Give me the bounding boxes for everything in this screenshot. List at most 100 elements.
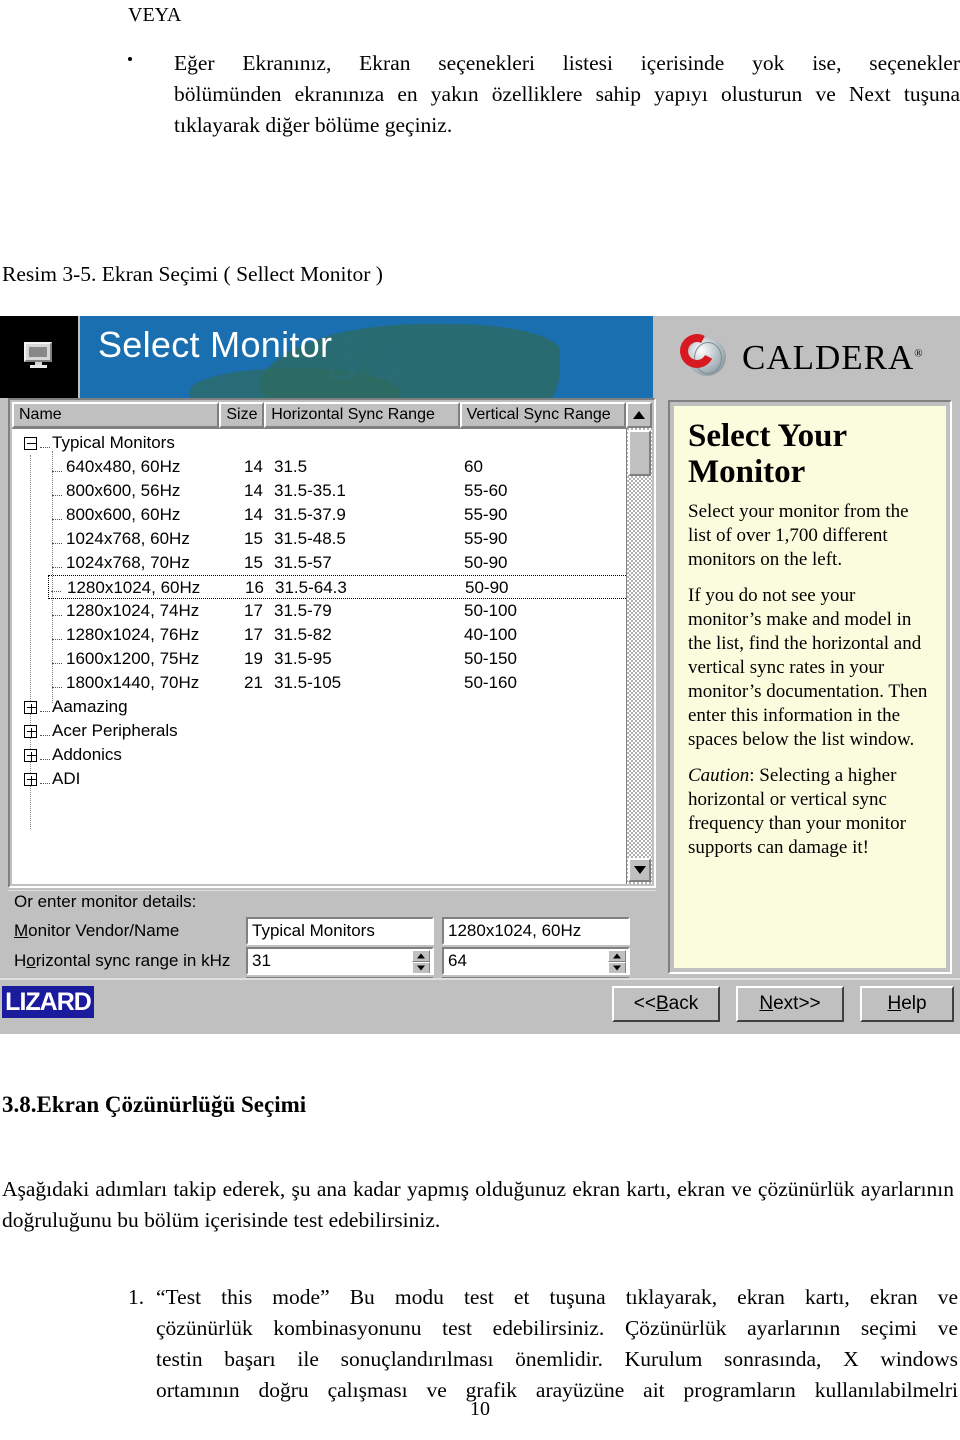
row-name: 1600x1200, 75Hz bbox=[66, 649, 200, 668]
row-name: 1280x1024, 76Hz bbox=[66, 625, 200, 644]
row-vsync: 55-60 bbox=[464, 481, 508, 500]
row-vsync: 55-90 bbox=[464, 505, 508, 524]
help-heading: Select Your Monitor bbox=[688, 418, 847, 490]
row-size: 21 bbox=[244, 673, 263, 692]
scrollbar-thumb[interactable] bbox=[628, 430, 651, 476]
monitor-model-input[interactable]: 1280x1024, 60Hz bbox=[442, 917, 630, 945]
details-title: Or enter monitor details: bbox=[14, 892, 197, 911]
row-hsync: 31.5-105 bbox=[274, 673, 342, 692]
table-row[interactable]: 1024x768, 60Hz 15 31.5-48.5 55-90 bbox=[52, 527, 507, 551]
stepper-up-icon[interactable] bbox=[412, 950, 430, 962]
column-header-horizontal-sync-range[interactable]: Horizontal Sync Range bbox=[264, 402, 460, 428]
monitor-icon bbox=[24, 342, 54, 368]
row-hsync: 31.5-79 bbox=[274, 601, 332, 620]
row-hsync: 31.5-35.1 bbox=[274, 481, 346, 500]
wizard-footer: LIZARD <<Back Next>> Help bbox=[0, 978, 960, 1034]
vendor-label: Monitor Vendor/Name bbox=[14, 921, 180, 940]
row-vsync: 50-90 bbox=[465, 578, 509, 597]
tree-group-typical-monitors[interactable]: Typical Monitors bbox=[24, 431, 175, 455]
stepper-down-icon[interactable] bbox=[608, 962, 626, 973]
row-vsync: 50-150 bbox=[464, 649, 517, 668]
vendor-row: Monitor Vendor/Name Typical Monitors 128… bbox=[14, 917, 654, 945]
row-vsync: 60 bbox=[464, 457, 483, 476]
table-row-selected[interactable]: 1280x1024, 60Hz 16 31.5-64.3 50-90 bbox=[48, 575, 638, 599]
bullet-line-3: tıklayarak diğer bölüme geçiniz. bbox=[174, 113, 453, 137]
expand-plus-icon[interactable] bbox=[24, 773, 37, 787]
row-size: 15 bbox=[244, 553, 263, 572]
hsync-min-input[interactable]: 31 bbox=[246, 947, 434, 975]
table-row[interactable]: 1600x1200, 75Hz 19 31.5-95 50-150 bbox=[52, 647, 517, 671]
scroll-up-button[interactable] bbox=[626, 402, 652, 428]
tree-group-acer-peripherals[interactable]: Acer Peripherals bbox=[24, 719, 178, 743]
table-row[interactable]: 1800x1440, 70Hz 21 31.5-105 50-160 bbox=[52, 671, 517, 695]
stepper-up-icon[interactable] bbox=[608, 950, 626, 962]
section-paragraph: Aşağıdaki adımları takip ederek, şu ana … bbox=[2, 1177, 954, 1232]
lizard-logo: LIZARD bbox=[2, 986, 94, 1018]
wizard-banner: 3 4 Select Monitor CALDERA® bbox=[0, 316, 960, 400]
caldera-logo: CALDERA® bbox=[675, 329, 924, 386]
row-size: 14 bbox=[244, 457, 263, 476]
table-row[interactable]: 1024x768, 70Hz 15 31.5-57 50-90 bbox=[52, 551, 507, 575]
monitor-list-body[interactable]: Typical Monitors 640x480, 60Hz 14 31.5 6… bbox=[12, 428, 652, 884]
caution-label: Caution bbox=[688, 765, 750, 786]
column-header-size[interactable]: Size bbox=[219, 402, 265, 428]
banner-artwork: 3 4 Select Monitor bbox=[80, 316, 653, 398]
hsync-row: Horizontal sync range in kHz 31 64 bbox=[14, 947, 654, 975]
table-row[interactable]: 1280x1024, 74Hz 17 31.5-79 50-100 bbox=[52, 599, 517, 623]
table-row[interactable]: 640x480, 60Hz 14 31.5 60 bbox=[52, 455, 483, 479]
stepper-down-icon[interactable] bbox=[412, 962, 430, 973]
next-button[interactable]: Next>> bbox=[736, 986, 844, 1022]
section-heading: 3.8.Ekran Çözünürlüğü Seçimi bbox=[2, 1092, 307, 1117]
bullet-line-2: bölümünden ekranınıza en yakın özellikle… bbox=[174, 82, 960, 106]
trademark-mark: ® bbox=[914, 347, 924, 360]
vendor-name-input[interactable]: Typical Monitors bbox=[246, 917, 434, 945]
tree-group-aamazing[interactable]: Aamazing bbox=[24, 695, 128, 719]
monitor-list-panel: Name Size Horizontal Sync Range Vertical… bbox=[8, 398, 656, 888]
hsync-max-stepper[interactable] bbox=[608, 950, 626, 973]
hsync-min-stepper[interactable] bbox=[412, 950, 430, 973]
heading-veya: VEYA bbox=[128, 4, 182, 26]
back-button[interactable]: <<Back bbox=[612, 986, 720, 1022]
hsync-max-input[interactable]: 64 bbox=[442, 947, 630, 975]
tree-group-label: Acer Peripherals bbox=[52, 721, 178, 740]
expand-plus-icon[interactable] bbox=[24, 725, 37, 739]
table-row[interactable]: 800x600, 56Hz 14 31.5-35.1 55-60 bbox=[52, 479, 507, 503]
row-hsync: 31.5 bbox=[274, 457, 308, 476]
help-content: Select Your Monitor Select your monitor … bbox=[674, 406, 946, 968]
table-row[interactable]: 1280x1024, 76Hz 17 31.5-82 40-100 bbox=[52, 623, 517, 647]
expand-plus-icon[interactable] bbox=[24, 749, 37, 763]
banner-watermark-number-4: 4 bbox=[372, 333, 402, 398]
column-header-vertical-sync-range[interactable]: Vertical Sync Range bbox=[459, 402, 627, 428]
banner-icon-panel bbox=[0, 316, 78, 398]
help-paragraph-2: If you do not see your monitor’s make an… bbox=[688, 585, 928, 750]
scroll-down-button[interactable] bbox=[628, 858, 651, 882]
bullet-line-1: Eğer Ekranınız, Ekran seçenekleri listes… bbox=[174, 51, 960, 75]
tree-group-adi[interactable]: ADI bbox=[24, 767, 80, 791]
list-item: “Test this mode” Bu modu test et tuşuna … bbox=[156, 1282, 958, 1406]
row-hsync: 31.5-82 bbox=[274, 625, 332, 644]
row-size: 14 bbox=[244, 505, 263, 524]
help-button[interactable]: Help bbox=[860, 986, 954, 1022]
list-item-number: 1. bbox=[128, 1285, 145, 1309]
row-vsync: 50-90 bbox=[464, 553, 508, 572]
row-name: 800x600, 56Hz bbox=[66, 481, 181, 500]
hsync-max-value: 64 bbox=[448, 951, 467, 970]
tree-group-label: Addonics bbox=[52, 745, 122, 764]
row-size: 16 bbox=[245, 578, 264, 597]
column-header-name[interactable]: Name bbox=[12, 402, 220, 428]
table-row[interactable]: 800x600, 60Hz 14 31.5-37.9 55-90 bbox=[52, 503, 507, 527]
collapse-minus-icon[interactable] bbox=[24, 437, 37, 451]
bullet-point-icon bbox=[128, 57, 132, 61]
expand-plus-icon[interactable] bbox=[24, 701, 37, 715]
tree-group-label: ADI bbox=[52, 769, 81, 788]
row-name: 1280x1024, 74Hz bbox=[66, 601, 200, 620]
list-line-3: testin başarı ile sonuçlandırılması önem… bbox=[156, 1347, 958, 1371]
row-vsync: 55-90 bbox=[464, 529, 508, 548]
row-name: 1800x1440, 70Hz bbox=[66, 673, 200, 692]
tree-group-addonics[interactable]: Addonics bbox=[24, 743, 122, 767]
hsync-label: Horizontal sync range in kHz bbox=[14, 951, 231, 970]
tree-group-label: Typical Monitors bbox=[52, 433, 175, 452]
row-hsync: 31.5-64.3 bbox=[275, 578, 347, 597]
help-caution: Caution: Selecting a higher horizontal o… bbox=[688, 764, 932, 860]
list-vertical-scrollbar[interactable] bbox=[626, 428, 652, 884]
